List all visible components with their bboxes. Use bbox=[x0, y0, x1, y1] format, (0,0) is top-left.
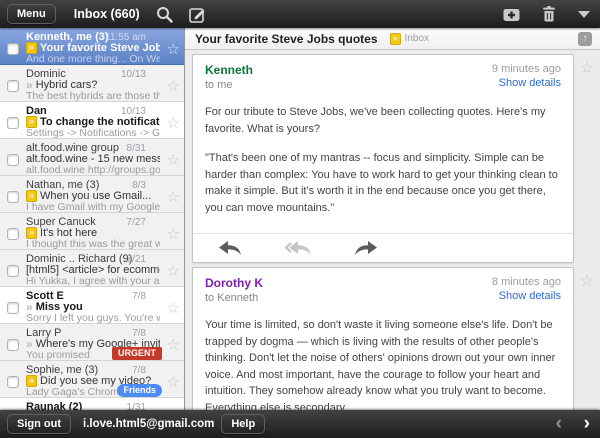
archive-icon[interactable] bbox=[503, 7, 520, 22]
menu-button[interactable]: Menu bbox=[7, 4, 56, 24]
list-item-snippet: Hi Yukka, I agree with your asserti... bbox=[26, 275, 160, 287]
list-item[interactable]: Dominic 10/13 » Hybrid cars? The best hy… bbox=[0, 65, 184, 102]
thread-toolbar-icons bbox=[503, 6, 590, 22]
list-item[interactable]: Scott E 7/8 » Miss you Sorry I left you … bbox=[0, 287, 184, 324]
list-item-label: URGENT bbox=[112, 347, 162, 360]
checkbox[interactable] bbox=[7, 339, 19, 351]
star-icon[interactable]: ☆ bbox=[167, 77, 180, 95]
list-item[interactable]: Nathan, me (3) 8/3 » When you use Gmail.… bbox=[0, 176, 184, 213]
trash-icon[interactable] bbox=[542, 6, 556, 22]
list-item-snippet: The best hybrids are those that dr... bbox=[26, 90, 160, 102]
list-item[interactable]: Larry P 7/8 » Where's my Google+ invite?… bbox=[0, 324, 184, 361]
checkbox[interactable] bbox=[7, 154, 19, 166]
gmail-app: Menu Inbox (660) Kenneth, me (3) 11:55 a… bbox=[0, 0, 600, 438]
list-item-date: 1/31 bbox=[127, 402, 146, 410]
inbox-list-panel: Kenneth, me (3) 11:55 am » Your favorite… bbox=[0, 28, 185, 410]
star-icon[interactable]: ☆ bbox=[167, 336, 180, 354]
list-item[interactable]: Raunak (2) 1/31 ☆ bbox=[0, 398, 184, 410]
reply-icon[interactable] bbox=[219, 241, 241, 255]
message-thread: Kenneth to me 9 minutes ago Show details… bbox=[185, 50, 600, 410]
next-conversation-icon[interactable]: › bbox=[584, 411, 590, 437]
list-item-snippet: I thought this was the great white ... bbox=[26, 238, 160, 250]
inbox-list: Kenneth, me (3) 11:55 am » Your favorite… bbox=[0, 28, 184, 410]
thread-subject: Your favorite Steve Jobs quotes bbox=[195, 32, 378, 46]
star-icon[interactable]: ☆ bbox=[167, 151, 180, 169]
collapse-all-icon[interactable]: ↑ bbox=[578, 32, 592, 46]
list-item[interactable]: Dominic .. Richard (9) 7/21 [html5] <art… bbox=[0, 250, 184, 287]
checkbox[interactable] bbox=[7, 191, 19, 203]
search-icon[interactable] bbox=[156, 6, 173, 23]
list-item-snippet: I have Gmail with my Google App... bbox=[26, 201, 160, 213]
star-icon[interactable]: ☆ bbox=[167, 262, 180, 280]
list-item-snippet: Sorry I left you guys. You're way ... bbox=[26, 312, 160, 324]
star-icon[interactable]: ☆ bbox=[167, 188, 180, 206]
folder-badge: » Inbox bbox=[390, 33, 429, 45]
list-item[interactable]: alt.food.wine group 8/31 alt.food.wine -… bbox=[0, 139, 184, 176]
folder-name: Inbox bbox=[405, 33, 429, 44]
checkbox[interactable] bbox=[7, 80, 19, 92]
list-item-sender: Raunak (2) bbox=[26, 401, 134, 410]
checkbox[interactable] bbox=[7, 376, 19, 388]
list-item-label: Friends bbox=[117, 384, 162, 397]
inbox-title: Inbox (660) bbox=[74, 7, 140, 21]
more-actions-caret-icon[interactable] bbox=[578, 11, 590, 18]
checkbox[interactable] bbox=[7, 43, 19, 55]
message-actions bbox=[193, 233, 573, 262]
help-button[interactable]: Help bbox=[221, 414, 265, 434]
checkbox[interactable] bbox=[7, 302, 19, 314]
message-body: For our tribute to Steve Jobs, we've bee… bbox=[193, 96, 573, 233]
star-icon[interactable]: ☆ bbox=[167, 225, 180, 243]
reply-all-icon[interactable] bbox=[285, 241, 311, 255]
list-item-snippet: alt.food.wine http://groups.google.... bbox=[26, 164, 160, 176]
list-item-snippet: Settings -> Notifications -> Gmail l... bbox=[26, 127, 160, 139]
thread-subject-bar: Your favorite Steve Jobs quotes » Inbox … bbox=[185, 28, 600, 50]
list-item[interactable]: Dan 10/13 » To change the notificatio...… bbox=[0, 102, 184, 139]
star-icon[interactable]: ☆ bbox=[167, 114, 180, 132]
bottom-toolbar: Sign out i.love.html5@gmail.com Help ‹ › bbox=[0, 410, 600, 438]
forward-icon[interactable] bbox=[355, 241, 377, 255]
message-card: Kenneth to me 9 minutes ago Show details… bbox=[192, 54, 574, 263]
show-details-link[interactable]: Show details bbox=[492, 77, 561, 89]
list-item[interactable]: Kenneth, me (3) 11:55 am » Your favorite… bbox=[0, 28, 184, 65]
message-header[interactable]: Kenneth to me 9 minutes ago Show details… bbox=[193, 55, 573, 96]
importance-marker-icon[interactable]: » bbox=[26, 80, 33, 90]
list-item[interactable]: Sophie, me (3) 7/8 » Did you see my vide… bbox=[0, 361, 184, 398]
star-icon[interactable]: ☆ bbox=[167, 373, 180, 391]
importance-marker-icon[interactable]: » bbox=[26, 302, 33, 312]
star-icon[interactable]: ☆ bbox=[167, 299, 180, 317]
message-header[interactable]: Dorothy K to Kenneth 8 minutes ago Show … bbox=[193, 268, 573, 309]
top-toolbar: Menu Inbox (660) bbox=[0, 0, 600, 28]
importance-marker-icon[interactable]: » bbox=[26, 339, 33, 349]
message-time: 8 minutes ago bbox=[492, 276, 561, 288]
sign-out-button[interactable]: Sign out bbox=[7, 414, 71, 434]
list-item-snippet: And one more thing... On Wed, O... bbox=[26, 53, 160, 65]
account-email: i.love.html5@gmail.com bbox=[83, 418, 214, 430]
show-details-link[interactable]: Show details bbox=[492, 290, 561, 302]
message-card: Dorothy K to Kenneth 8 minutes ago Show … bbox=[192, 267, 574, 410]
compose-icon[interactable] bbox=[189, 6, 206, 23]
list-item[interactable]: Super Canuck 7/27 » It's hot here I thou… bbox=[0, 213, 184, 250]
checkbox[interactable] bbox=[7, 265, 19, 277]
message-body: Your time is limited, so don't waste it … bbox=[193, 309, 573, 410]
star-icon[interactable]: ☆ bbox=[580, 58, 594, 78]
star-icon[interactable]: ☆ bbox=[580, 271, 594, 291]
checkbox[interactable] bbox=[7, 228, 19, 240]
prev-conversation-icon[interactable]: ‹ bbox=[556, 411, 562, 437]
important-marker-icon: » bbox=[390, 33, 401, 45]
checkbox[interactable] bbox=[7, 117, 19, 129]
thread-panel: Your favorite Steve Jobs quotes » Inbox … bbox=[185, 28, 600, 410]
star-icon[interactable]: ☆ bbox=[167, 40, 180, 58]
message-time: 9 minutes ago bbox=[492, 63, 561, 75]
